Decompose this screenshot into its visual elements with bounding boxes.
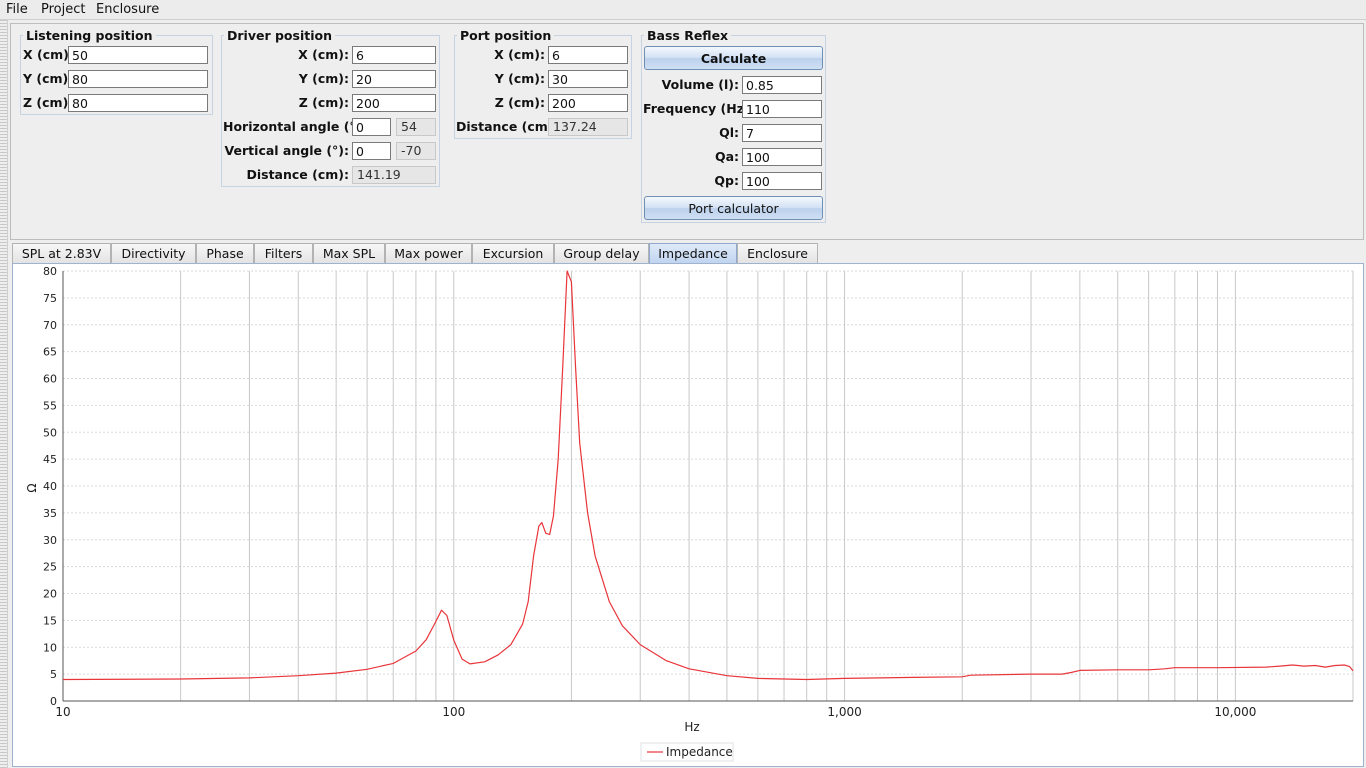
- driver-distance-label: Distance (cm):: [246, 167, 349, 182]
- listening-position-title: Listening position: [26, 28, 153, 43]
- y-tick-label: 50: [43, 426, 57, 439]
- port-position-title: Port position: [460, 28, 552, 43]
- y-tick-label: 45: [43, 453, 57, 466]
- tab-excursion[interactable]: Excursion: [472, 243, 554, 264]
- port-x-label: X (cm):: [494, 47, 545, 62]
- frequency-input[interactable]: [742, 100, 822, 118]
- ql-label: Ql:: [719, 125, 739, 140]
- tab-directivity[interactable]: Directivity: [111, 243, 196, 264]
- tab-phase[interactable]: Phase: [196, 243, 254, 264]
- tab-spl[interactable]: SPL at 2.83V: [12, 243, 111, 264]
- driver-x-label: X (cm):: [298, 47, 349, 62]
- y-tick-label: 25: [43, 561, 57, 574]
- y-tick-label: 55: [43, 399, 57, 412]
- x-tick-label: 100: [442, 705, 465, 719]
- qa-input[interactable]: [742, 148, 822, 166]
- menu-file[interactable]: File: [6, 2, 28, 17]
- driver-vertical-angle-input[interactable]: [352, 142, 391, 160]
- driver-horizontal-angle-input[interactable]: [352, 118, 391, 136]
- frequency-label: Frequency (Hz):: [643, 101, 755, 116]
- y-tick-label: 60: [43, 373, 57, 386]
- x-axis-label: Hz: [684, 720, 699, 734]
- driver-x-input[interactable]: [352, 46, 436, 64]
- port-calculator-button[interactable]: Port calculator: [644, 196, 823, 220]
- impedance-chart-panel: 0 5 10 15 20 25 30 35 40 45 50 55 60 65 70 75 80 10 100 1,0…: [12, 263, 1364, 767]
- legend-label: Impedance: [666, 745, 733, 759]
- port-y-input[interactable]: [548, 70, 628, 88]
- tab-enclosure[interactable]: Enclosure: [737, 243, 818, 264]
- y-tick-label: 15: [43, 614, 57, 627]
- port-z-input[interactable]: [548, 94, 628, 112]
- driver-horizontal-angle-label: Horizontal angle (°):: [223, 119, 367, 134]
- driver-y-label: Y (cm):: [298, 71, 349, 86]
- y-tick-label: 65: [43, 346, 57, 359]
- tab-group-delay[interactable]: Group delay: [554, 243, 649, 264]
- port-x-input[interactable]: [548, 46, 628, 64]
- y-tick-label: 5: [50, 668, 57, 681]
- listening-z-label: Z (cm):: [23, 95, 74, 110]
- tab-impedance[interactable]: Impedance: [649, 243, 737, 264]
- tab-max-spl[interactable]: Max SPL: [313, 243, 385, 264]
- port-y-label: Y (cm):: [494, 71, 545, 86]
- y-tick-label: 70: [43, 319, 57, 332]
- tab-max-power[interactable]: Max power: [385, 243, 472, 264]
- split-pane-divider[interactable]: [0, 20, 8, 768]
- bass-reflex-title: Bass Reflex: [647, 28, 729, 43]
- y-tick-label: 75: [43, 292, 57, 305]
- menu-enclosure[interactable]: Enclosure: [96, 2, 159, 17]
- menu-project[interactable]: Project: [41, 2, 85, 17]
- y-tick-label: 30: [43, 534, 57, 547]
- port-distance-value: 137.24: [548, 118, 628, 136]
- x-tick-label: 1,000: [827, 705, 861, 719]
- driver-z-label: Z (cm):: [298, 95, 349, 110]
- volume-input[interactable]: [742, 76, 822, 94]
- listening-z-input[interactable]: [68, 94, 208, 112]
- x-tick-label: 10,000: [1214, 705, 1256, 719]
- y-tick-label: 80: [43, 265, 57, 278]
- driver-distance-value: 141.19: [352, 166, 436, 184]
- port-distance-label: Distance (cm):: [456, 119, 559, 134]
- y-axis-label: Ω: [25, 483, 39, 492]
- qa-label: Qa:: [714, 149, 739, 164]
- y-tick-label: 40: [43, 480, 57, 493]
- driver-vertical-angle-computed: -70: [396, 142, 436, 160]
- driver-position-title: Driver position: [227, 28, 332, 43]
- tab-filters[interactable]: Filters: [254, 243, 313, 264]
- y-tick-label: 20: [43, 588, 57, 601]
- qp-label: Qp:: [714, 173, 739, 188]
- driver-z-input[interactable]: [352, 94, 436, 112]
- y-tick-label: 35: [43, 507, 57, 520]
- listening-y-label: Y (cm):: [23, 71, 74, 86]
- ql-input[interactable]: [742, 124, 822, 142]
- port-z-label: Z (cm):: [494, 95, 545, 110]
- impedance-chart: 0510152025303540455055606570758010 100 1,0…: [25, 265, 1354, 762]
- driver-vertical-angle-label: Vertical angle (°):: [224, 143, 349, 158]
- volume-label: Volume (l):: [661, 77, 739, 92]
- calculate-button[interactable]: Calculate: [644, 46, 823, 70]
- y-tick-label: 10: [43, 641, 57, 654]
- listening-x-input[interactable]: [68, 46, 208, 64]
- settings-panel: Listening position X (cm): Y (cm): Z (cm…: [10, 23, 1364, 240]
- menu-bar: File Project Enclosure: [0, 0, 1366, 20]
- driver-y-input[interactable]: [352, 70, 436, 88]
- x-tick-label: 10: [55, 705, 70, 719]
- listening-y-input[interactable]: [68, 70, 208, 88]
- listening-x-label: X (cm):: [23, 47, 74, 62]
- driver-horizontal-angle-computed: 54: [396, 118, 436, 136]
- qp-input[interactable]: [742, 172, 822, 190]
